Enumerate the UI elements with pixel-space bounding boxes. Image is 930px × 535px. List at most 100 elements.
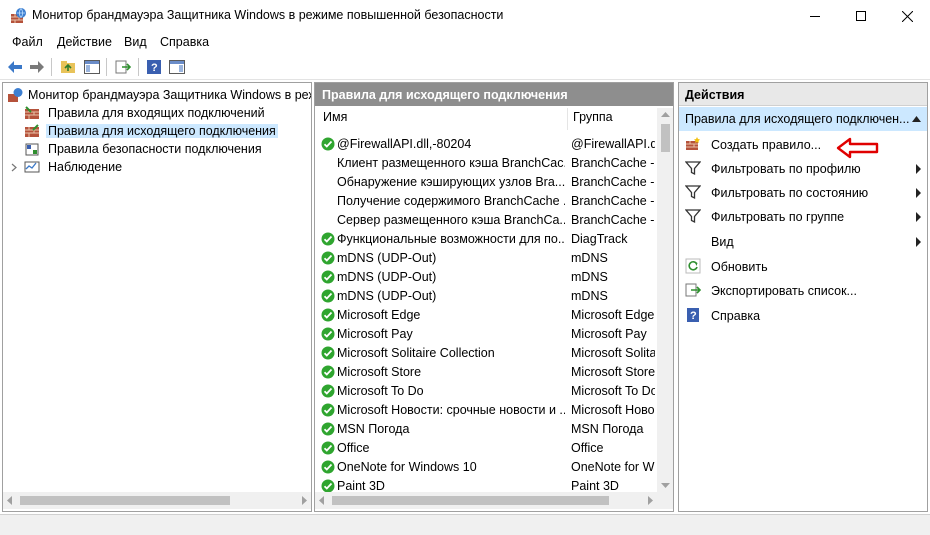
new-rule-icon (686, 137, 700, 150)
rule-enabled-check-icon (321, 251, 335, 265)
back-button[interactable] (5, 57, 25, 77)
action-label: Создать правило... (711, 138, 822, 152)
scroll-right-icon[interactable] (646, 496, 654, 505)
action-label: Экспортировать список... (711, 284, 857, 298)
actions-section-header[interactable]: Правила для исходящего подключен... (679, 107, 927, 131)
menu-view[interactable]: Вид (124, 35, 147, 49)
rule-name: Microsoft Solitaire Collection (337, 346, 495, 360)
rule-name: Office (337, 441, 370, 455)
rule-row[interactable]: Функциональные возможности для по... Diag… (315, 230, 657, 249)
maximize-button[interactable] (838, 0, 884, 32)
export-icon (685, 283, 701, 297)
scrollbar-thumb[interactable] (661, 124, 670, 152)
column-divider[interactable] (567, 108, 568, 130)
close-button[interactable] (884, 0, 930, 32)
rule-row[interactable]: Обнаружение кэширующих узлов Bra... Branc… (315, 173, 657, 192)
firewall-root-icon (8, 88, 23, 102)
rule-row[interactable]: Microsoft Edge Microsoft Edge (315, 306, 657, 325)
scroll-down-icon[interactable] (661, 482, 670, 489)
tree-item-label: Правила для входящих подключений (48, 106, 265, 120)
scroll-right-icon[interactable] (300, 496, 308, 505)
maximize-icon (856, 11, 866, 21)
export-list-button[interactable] (113, 57, 133, 77)
rule-row[interactable]: Microsoft Solitaire Collection Microsoft … (315, 344, 657, 363)
column-header-name[interactable]: Имя (323, 110, 347, 130)
forward-button[interactable] (27, 57, 47, 77)
scroll-left-icon[interactable] (318, 496, 326, 505)
action-help[interactable]: ? Справка (679, 304, 927, 328)
rule-row[interactable]: mDNS (UDP-Out) mDNS (315, 249, 657, 268)
action-filter-by-profile[interactable]: Фильтровать по профилю (679, 157, 927, 181)
tree-horizontal-scrollbar[interactable] (3, 492, 311, 509)
rule-enabled-check-icon (321, 232, 335, 246)
rule-group: Office (571, 441, 604, 455)
refresh-icon (685, 258, 701, 274)
expand-chevron-icon[interactable] (11, 163, 17, 172)
action-export-list[interactable]: Экспортировать список... (679, 279, 927, 303)
rule-enabled-check-icon (321, 403, 335, 417)
tree-item-inbound-rules[interactable]: Правила для входящих подключений (3, 104, 311, 122)
tree-item-outbound-rules[interactable]: Правила для исходящего подключения (3, 122, 311, 140)
collapse-up-icon[interactable] (912, 116, 921, 122)
rule-group: BranchCache - (571, 194, 655, 208)
submenu-arrow-icon (916, 164, 921, 174)
title-bar: Монитор брандмауэра Защитника Windows в … (0, 0, 930, 32)
tree-item-monitoring[interactable]: Наблюдение (3, 158, 311, 176)
up-level-button[interactable] (58, 57, 78, 77)
rules-vertical-scrollbar[interactable] (657, 108, 673, 492)
submenu-arrow-icon (916, 188, 921, 198)
rule-row[interactable]: mDNS (UDP-Out) mDNS (315, 287, 657, 306)
help-button[interactable]: ? (144, 57, 164, 77)
action-label: Обновить (711, 260, 768, 274)
rule-row[interactable]: Клиент размещенного кэша BranchCac... Bra… (315, 154, 657, 173)
toolbar-separator (138, 58, 139, 76)
rule-row[interactable]: Microsoft Store Microsoft Store (315, 363, 657, 382)
show-hide-tree-button[interactable] (82, 57, 102, 77)
rule-name: @FirewallAPI.dll,-80204 (337, 137, 472, 151)
scrollbar-thumb[interactable] (332, 496, 609, 505)
show-hide-action-pane-button[interactable] (167, 57, 187, 77)
rule-enabled-check-icon (321, 422, 335, 436)
rule-enabled-check-icon (321, 346, 335, 360)
scrollbar-thumb[interactable] (20, 496, 230, 505)
rule-name: Клиент размещенного кэша BranchCac... (337, 156, 565, 170)
toolbar-separator (51, 58, 52, 76)
rule-name: Microsoft Edge (337, 308, 421, 322)
action-filter-by-state[interactable]: Фильтровать по состоянию (679, 181, 927, 205)
rule-row[interactable]: Office Office (315, 439, 657, 458)
scroll-left-icon[interactable] (6, 496, 14, 505)
action-filter-by-group[interactable]: Фильтровать по группе (679, 205, 927, 229)
rule-row[interactable]: Microsoft To Do Microsoft To Do (315, 382, 657, 401)
menu-help[interactable]: Справка (160, 35, 209, 49)
tree-root[interactable]: Монитор брандмауэра Защитника Windows в … (3, 86, 311, 104)
rule-row[interactable]: Microsoft Новости: срочные новости и ...… (315, 401, 657, 420)
menu-file[interactable]: Файл (12, 35, 43, 49)
rule-group: mDNS (571, 251, 608, 265)
rule-row[interactable]: MSN Погода MSN Погода (315, 420, 657, 439)
scroll-up-icon[interactable] (661, 111, 670, 118)
minimize-button[interactable] (792, 0, 838, 32)
menu-action[interactable]: Действие (57, 35, 112, 49)
tree-item-label: Наблюдение (48, 160, 123, 174)
red-annotation-arrow-icon (836, 137, 879, 159)
column-header-group[interactable]: Группа (573, 110, 613, 130)
window-title: Монитор брандмауэра Защитника Windows в … (32, 8, 504, 22)
rule-row[interactable]: Получение содержимого BranchCache ... Bra… (315, 192, 657, 211)
rule-row[interactable]: Сервер размещенного кэша BranchCa... Bran… (315, 211, 657, 230)
rule-row[interactable]: @FirewallAPI.dll,-80204 @FirewallAPI.dll (315, 135, 657, 154)
action-refresh[interactable]: Обновить (679, 255, 927, 279)
help-icon: ? (147, 60, 161, 74)
action-view[interactable]: Вид (679, 230, 927, 254)
action-new-rule[interactable]: Создать правило... (679, 133, 927, 157)
rule-row[interactable]: OneNote for Windows 10 OneNote for Wi (315, 458, 657, 477)
svg-text:?: ? (151, 62, 158, 74)
tree-item-label: Правила для исходящего подключения (46, 124, 278, 138)
rule-row[interactable]: Microsoft Pay Microsoft Pay (315, 325, 657, 344)
rule-group: Microsoft Solita (571, 346, 655, 360)
rule-name: mDNS (UDP-Out) (337, 289, 437, 303)
folder-up-icon (61, 61, 75, 73)
tree-item-connection-security-rules[interactable]: Правила безопасности подключения (3, 140, 311, 158)
rule-name: Microsoft To Do (337, 384, 424, 398)
rules-horizontal-scrollbar[interactable] (315, 492, 657, 509)
rule-row[interactable]: mDNS (UDP-Out) mDNS (315, 268, 657, 287)
